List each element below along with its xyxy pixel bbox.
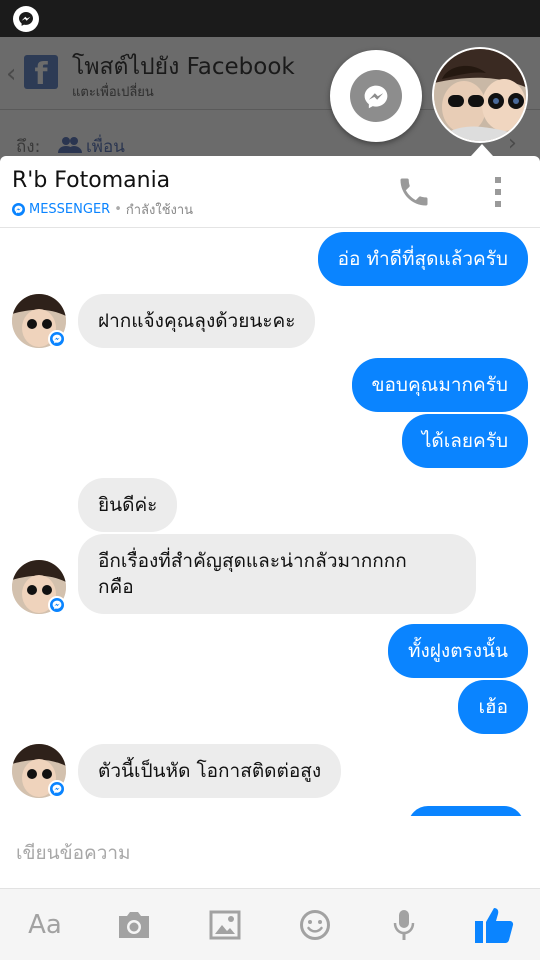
message-bubble-outgoing[interactable]: อ่อ ทำดีที่สุดแล้วครับ	[317, 232, 528, 286]
chat-head-pointer	[471, 144, 493, 156]
chat-header: R'b Fotomania MESSENGER • กำลังใช้งาน	[0, 156, 540, 228]
message-text-continued: กคือ	[98, 576, 134, 598]
message-bubble-incoming[interactable]: อีกเรื่องที่สำคัญสุดและน่ากลัวมากกกก กคื…	[78, 534, 476, 614]
messenger-chat-head[interactable]	[330, 50, 422, 142]
camera-button[interactable]	[112, 903, 156, 947]
emoji-button[interactable]	[293, 903, 337, 947]
call-button[interactable]	[396, 174, 432, 210]
background-subtitle: แตะเพื่อเปลี่ยน	[72, 85, 154, 100]
like-button[interactable]	[472, 903, 516, 947]
messenger-badge-icon	[48, 780, 66, 798]
messenger-icon	[364, 85, 388, 109]
status-separator: •	[114, 202, 122, 217]
thumbs-up-icon	[475, 908, 514, 943]
emoji-icon	[300, 910, 330, 940]
contact-name[interactable]: R'b Fotomania	[12, 168, 170, 193]
messenger-badge-icon	[12, 203, 25, 216]
voice-button[interactable]	[382, 903, 426, 947]
more-options-button[interactable]	[486, 174, 510, 210]
message-bubble-incoming[interactable]: ฝากแจ้งคุณลุงด้วยนะคะ	[78, 294, 316, 348]
status-bar	[0, 0, 540, 37]
back-chevron-icon: ‹	[6, 59, 17, 89]
camera-icon	[119, 912, 149, 938]
composer	[0, 816, 540, 888]
message-bubble-outgoing[interactable]: ได้เลยครับ	[401, 414, 528, 468]
messenger-badge-icon	[48, 330, 66, 348]
messenger-badge-icon	[48, 596, 66, 614]
contact-chat-head[interactable]	[432, 47, 528, 143]
chat-status-line: MESSENGER • กำลังใช้งาน	[12, 199, 193, 220]
gallery-button[interactable]	[203, 903, 247, 947]
contact-photo	[434, 49, 526, 141]
message-bubble-outgoing[interactable]: ทั้งฝูงตรงนั้น	[387, 624, 528, 678]
message-text: อีกเรื่องที่สำคัญสุดและน่ากลัวมากกกก	[98, 550, 407, 572]
text-format-button[interactable]: Aa	[23, 903, 67, 947]
conversation-panel: R'b Fotomania MESSENGER • กำลังใช้งาน อ่…	[0, 156, 540, 960]
phone-icon	[400, 178, 428, 206]
forward-chevron-icon: ›	[508, 131, 517, 156]
friends-icon	[58, 137, 82, 153]
messenger-notification-icon	[13, 6, 39, 32]
active-status: กำลังใช้งาน	[125, 203, 194, 218]
microphone-icon	[393, 910, 415, 940]
message-bubble-incoming[interactable]: ตัวนี้เป็นหัด โอกาสติดต่อสูง	[78, 744, 342, 798]
message-bubble-outgoing[interactable]: เฮ้อ	[458, 680, 528, 734]
messenger-label: MESSENGER	[29, 202, 111, 217]
text-format-icon: Aa	[28, 910, 62, 940]
message-list[interactable]: อ่อ ทำดีที่สุดแล้วครับ ฝากแจ้งคุณลุงด้วย…	[0, 228, 540, 816]
message-input[interactable]	[16, 836, 516, 870]
image-icon	[209, 910, 241, 940]
facebook-logo-icon: f	[24, 55, 58, 92]
audience-label: เพื่อน	[86, 137, 125, 157]
message-bubble-outgoing-partial[interactable]	[408, 806, 524, 816]
composer-toolbar: Aa	[0, 888, 540, 960]
background-title: โพสต์ไปยัง Facebook	[72, 54, 295, 80]
message-bubble-outgoing[interactable]: ขอบคุณมากครับ	[351, 358, 528, 412]
message-bubble-incoming[interactable]: ยินดีค่ะ	[78, 478, 178, 532]
